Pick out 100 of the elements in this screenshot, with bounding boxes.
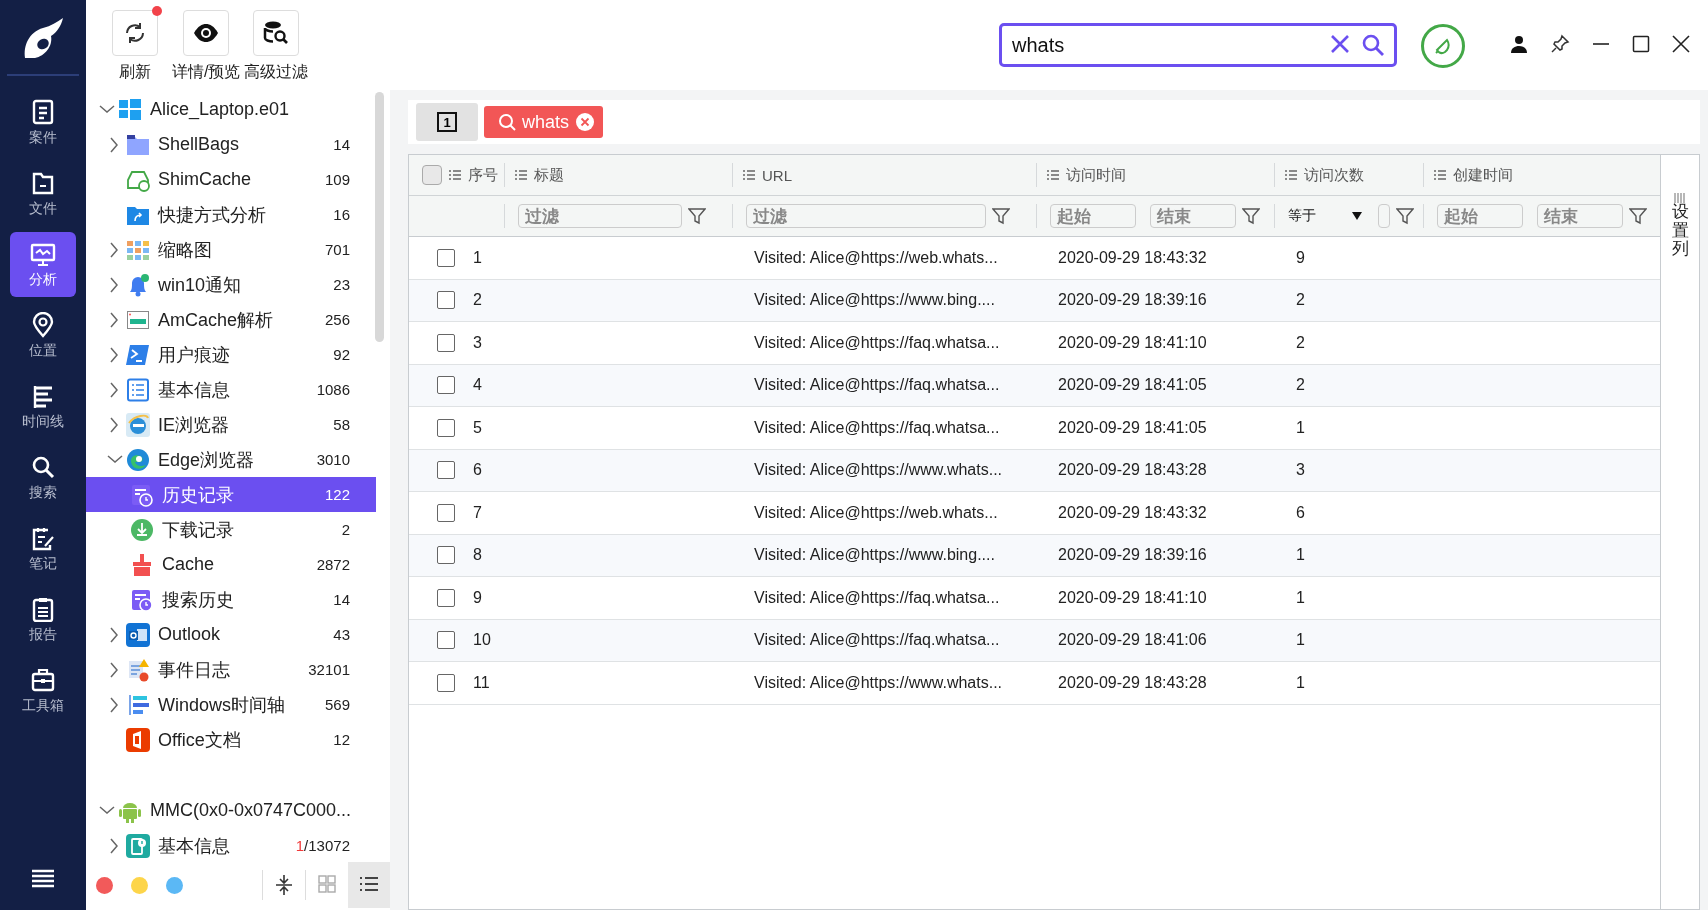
- grid-icon: [317, 874, 337, 896]
- maximize-icon[interactable]: [1632, 35, 1650, 53]
- table-cell: 2020-09-29 18:39:16: [1058, 546, 1207, 565]
- table-cell: 2: [473, 291, 482, 310]
- close-icon[interactable]: [1672, 35, 1690, 53]
- tree-item[interactable]: 缩略图 701: [86, 232, 390, 267]
- column-header[interactable]: 标题: [534, 165, 564, 185]
- row-checkbox[interactable]: [437, 546, 455, 565]
- filter-icon[interactable]: [1629, 207, 1647, 225]
- row-checkbox[interactable]: [437, 418, 455, 437]
- nav-item[interactable]: 案件: [10, 90, 76, 155]
- row-checkbox[interactable]: [437, 248, 455, 267]
- tree-item[interactable]: win10通知 23: [86, 267, 390, 302]
- tree-item[interactable]: 基本信息 1/13072: [86, 828, 390, 860]
- search-field[interactable]: whats: [999, 23, 1397, 67]
- color-dot[interactable]: [131, 876, 148, 894]
- tree-item[interactable]: AmCache解析 256: [86, 302, 390, 337]
- timeline-bars-icon: [126, 692, 150, 717]
- operator-dropdown[interactable]: 等于: [1288, 207, 1362, 225]
- menu-icon[interactable]: [31, 868, 55, 888]
- tree-item[interactable]: Edge浏览器 3010: [86, 442, 390, 477]
- column-header[interactable]: 访问次数: [1304, 165, 1364, 185]
- row-checkbox[interactable]: [437, 376, 455, 395]
- ie-logo-icon: [126, 412, 150, 437]
- table-cell: Visited: Alice@https://web.whats...: [754, 248, 998, 267]
- table-cell: 1: [473, 248, 482, 267]
- column-header[interactable]: 创建时间: [1453, 165, 1513, 185]
- filter-icon[interactable]: [688, 207, 706, 225]
- column-menu-icon[interactable]: [448, 169, 462, 181]
- table-cell: 6: [473, 461, 482, 480]
- row-checkbox[interactable]: [437, 461, 455, 480]
- tree-item[interactable]: Outlook 43: [86, 617, 390, 652]
- tree-item[interactable]: 快捷方式分析 16: [86, 197, 390, 232]
- nav-item[interactable]: 搜索: [10, 445, 76, 510]
- nav-item[interactable]: 报告: [10, 587, 76, 652]
- column-menu-icon[interactable]: [1433, 169, 1447, 181]
- history-icon: [130, 482, 154, 507]
- tree-item[interactable]: ShimCache 109: [86, 162, 390, 197]
- clear-icon[interactable]: [1329, 33, 1351, 55]
- color-dot[interactable]: [96, 876, 113, 894]
- column-menu-icon[interactable]: [742, 169, 756, 181]
- row-checkbox[interactable]: [437, 503, 455, 522]
- nav-item[interactable]: 分析: [10, 232, 76, 297]
- tree-item[interactable]: 用户痕迹 92: [86, 337, 390, 372]
- user-icon[interactable]: [1510, 35, 1528, 53]
- brush-icon: [130, 552, 154, 577]
- toolbar-button[interactable]: 高级过滤: [244, 10, 309, 83]
- column-menu-icon[interactable]: [1284, 169, 1298, 181]
- tree-item[interactable]: IE浏览器 58: [86, 407, 390, 442]
- table-cell: Visited: Alice@https://faq.whatsa...: [754, 631, 1000, 650]
- row-checkbox[interactable]: [437, 291, 455, 310]
- table-cell: 2020-09-29 18:41:05: [1058, 376, 1207, 395]
- column-header[interactable]: 序号: [468, 165, 498, 185]
- filter-icon[interactable]: [1396, 207, 1414, 225]
- search-icon[interactable]: [1361, 33, 1385, 57]
- row-checkbox[interactable]: [437, 588, 455, 607]
- row-checkbox[interactable]: [437, 673, 455, 692]
- table-cell: Visited: Alice@https://faq.whatsa...: [754, 333, 1000, 352]
- color-dot[interactable]: [166, 876, 183, 894]
- table-cell: 1: [1296, 631, 1305, 650]
- scrollbar[interactable]: [375, 92, 384, 342]
- remove-icon[interactable]: [575, 112, 596, 132]
- table-cell: 6: [1296, 503, 1305, 522]
- column-settings-button[interactable]: 设置列: [1671, 193, 1689, 909]
- nav-item[interactable]: 工具箱: [10, 658, 76, 723]
- page-tab[interactable]: 1: [416, 103, 478, 141]
- tree-item[interactable]: 下载记录 2: [86, 512, 390, 547]
- table-cell: 9: [473, 588, 482, 607]
- column-header[interactable]: 访问时间: [1066, 165, 1126, 185]
- tree-item[interactable]: Alice_Laptop.e01: [86, 92, 390, 127]
- tree-item[interactable]: Cache 2872: [86, 547, 390, 582]
- view-button[interactable]: [348, 862, 390, 908]
- clipboard-list-icon: [30, 595, 56, 622]
- row-checkbox[interactable]: [437, 631, 455, 650]
- event-log-icon: [126, 657, 150, 682]
- tree-item[interactable]: 历史记录 122: [86, 477, 376, 512]
- nav-item[interactable]: 文件: [10, 161, 76, 226]
- nav-item[interactable]: 时间线: [10, 374, 76, 439]
- column-menu-icon[interactable]: [1046, 169, 1060, 181]
- tree-item[interactable]: 事件日志 32101: [86, 652, 390, 687]
- select-all-checkbox[interactable]: [422, 165, 442, 185]
- row-checkbox[interactable]: [437, 333, 455, 352]
- bell-button[interactable]: [1421, 24, 1465, 68]
- tree-item[interactable]: Office文档 12: [86, 722, 390, 757]
- column-header[interactable]: URL: [762, 166, 792, 184]
- filter-icon[interactable]: [992, 207, 1010, 225]
- table-cell: 2020-09-29 18:43:32: [1058, 503, 1207, 522]
- nav-item[interactable]: 位置: [10, 303, 76, 368]
- filter-icon[interactable]: [1242, 207, 1260, 225]
- tree-item[interactable]: ShellBags 14: [86, 127, 390, 162]
- tree-item[interactable]: Windows时间轴 569: [86, 687, 390, 722]
- table-cell: 10: [473, 631, 491, 650]
- pin-icon[interactable]: [1550, 34, 1570, 54]
- nav-item[interactable]: 笔记: [10, 516, 76, 581]
- toolbar-button[interactable]: 详情/预览: [172, 10, 241, 83]
- tree-item[interactable]: MMC(0x0-0x0747C000...: [86, 793, 390, 828]
- value-field[interactable]: [1378, 204, 1390, 228]
- tree-item[interactable]: 搜索历史 14: [86, 582, 390, 617]
- tree-item[interactable]: 基本信息 1086: [86, 372, 390, 407]
- column-menu-icon[interactable]: [514, 169, 528, 181]
